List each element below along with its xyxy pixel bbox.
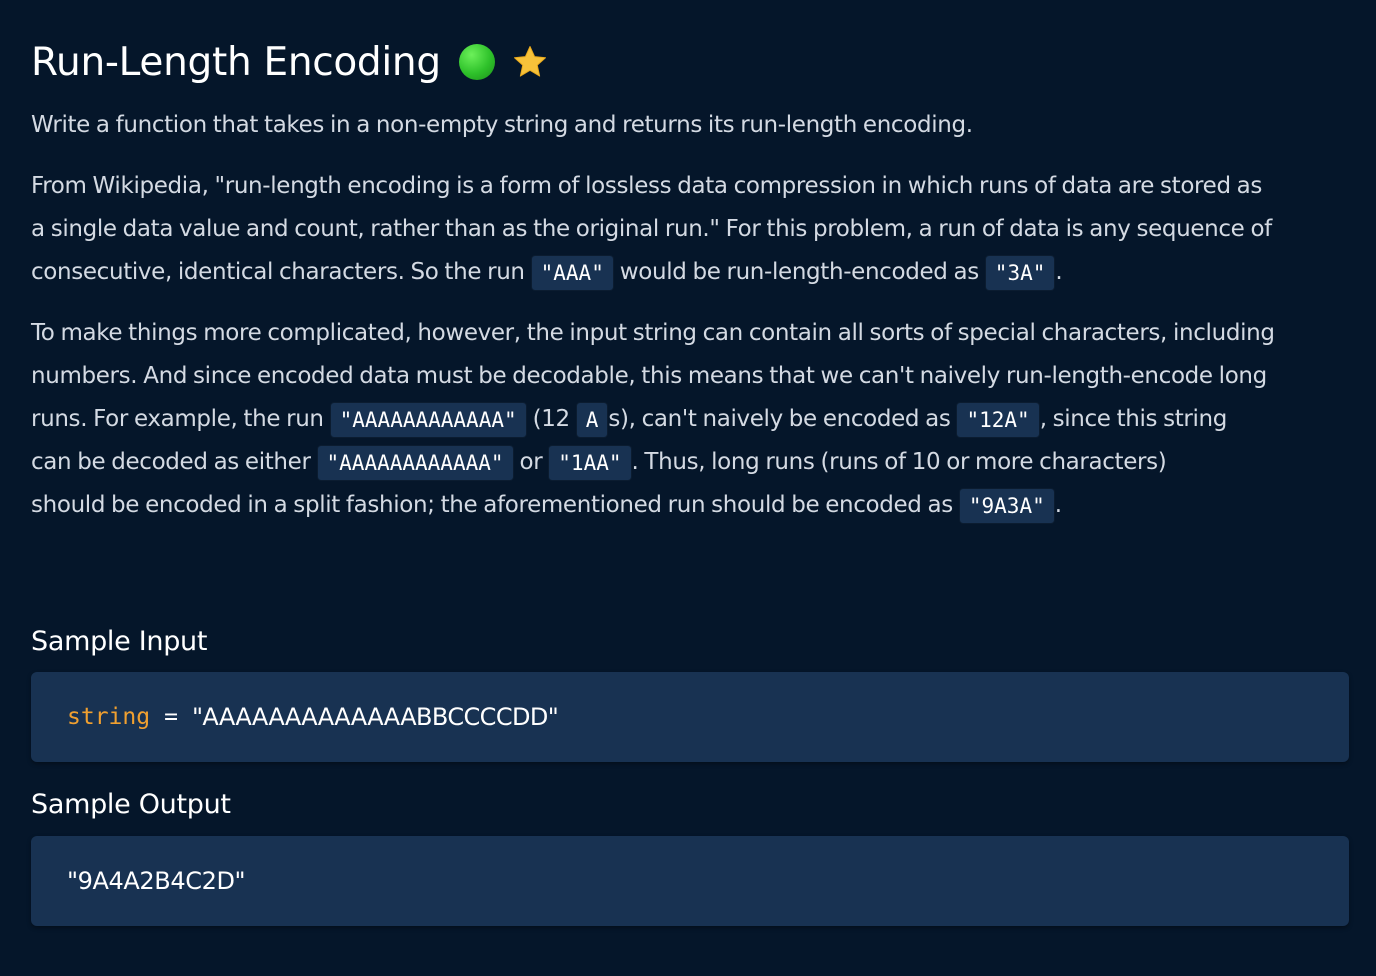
description-paragraph-1: Write a function that takes in a non-emp… xyxy=(31,104,1345,147)
description-text: Write a function that takes in a non-emp… xyxy=(31,112,973,138)
description-text: numbers. And since encoded data must be … xyxy=(31,363,1267,389)
inline-code: "AAAAAAAAAAAA" xyxy=(316,444,514,481)
problem-title: Run-Length Encoding xyxy=(31,39,441,85)
star-icon[interactable] xyxy=(511,43,549,81)
variable-name: string xyxy=(67,704,151,730)
description-paragraph-3: To make things more complicated, however… xyxy=(31,312,1345,527)
inline-code: "AAA" xyxy=(530,254,614,291)
inline-code: "12A" xyxy=(956,401,1040,438)
description-text-line: runs. For example, the run "AAAAAAAAAAAA… xyxy=(31,398,1345,441)
inline-code: A xyxy=(575,401,609,438)
description-text: a single data value and count, rather th… xyxy=(31,216,1272,242)
description-text: To make things more complicated, however… xyxy=(31,320,1275,346)
text-fragment: . Thus, long runs (runs of 10 or more ch… xyxy=(631,449,1167,475)
description-text-line: can be decoded as either "AAAAAAAAAAAA" … xyxy=(31,441,1345,484)
text-fragment: should be encoded in a split fashion; th… xyxy=(31,492,959,518)
output-string-value: "9A4A2B4C2D" xyxy=(67,867,246,895)
green-circle-icon xyxy=(458,44,495,80)
description-paragraph-2: From Wikipedia, "run-length encoding is … xyxy=(31,165,1345,294)
text-fragment: or xyxy=(513,449,549,475)
text-fragment: would be run-length-encoded as xyxy=(613,259,985,285)
description-text-line: consecutive, identical characters. So th… xyxy=(31,251,1345,294)
sample-output-heading: Sample Output xyxy=(31,789,231,820)
description-text-line: should be encoded in a split fashion; th… xyxy=(31,484,1345,527)
text-fragment: , since this string xyxy=(1039,406,1228,432)
sample-output-block: "9A4A2B4C2D" xyxy=(31,836,1349,926)
text-fragment: runs. For example, the run xyxy=(31,406,330,432)
text-fragment: . xyxy=(1054,492,1062,518)
problem-page: Run-Length Encoding Write a function tha… xyxy=(0,32,1376,976)
assignment-operator: = xyxy=(164,704,178,730)
inline-code: "AAAAAAAAAAAA" xyxy=(329,401,527,438)
title-row: Run-Length Encoding xyxy=(31,32,1345,92)
inline-code: "9A3A" xyxy=(958,487,1055,524)
input-string-value: "AAAAAAAAAAAAABBCCCCDD" xyxy=(191,703,559,731)
text-fragment: can be decoded as either xyxy=(31,449,317,475)
problem-description: Write a function that takes in a non-emp… xyxy=(31,104,1345,527)
text-fragment: s), can't naively be encoded as xyxy=(608,406,957,432)
sample-input-block: string = "AAAAAAAAAAAAABBCCCCDD" xyxy=(31,672,1349,762)
text-fragment: . xyxy=(1055,259,1063,285)
description-text: From Wikipedia, "run-length encoding is … xyxy=(31,173,1263,199)
sample-input-heading: Sample Input xyxy=(31,626,208,657)
text-fragment: (12 xyxy=(526,406,576,432)
text-fragment: consecutive, identical characters. So th… xyxy=(31,259,531,285)
inline-code: "3A" xyxy=(984,254,1056,291)
inline-code: "1AA" xyxy=(548,444,632,481)
